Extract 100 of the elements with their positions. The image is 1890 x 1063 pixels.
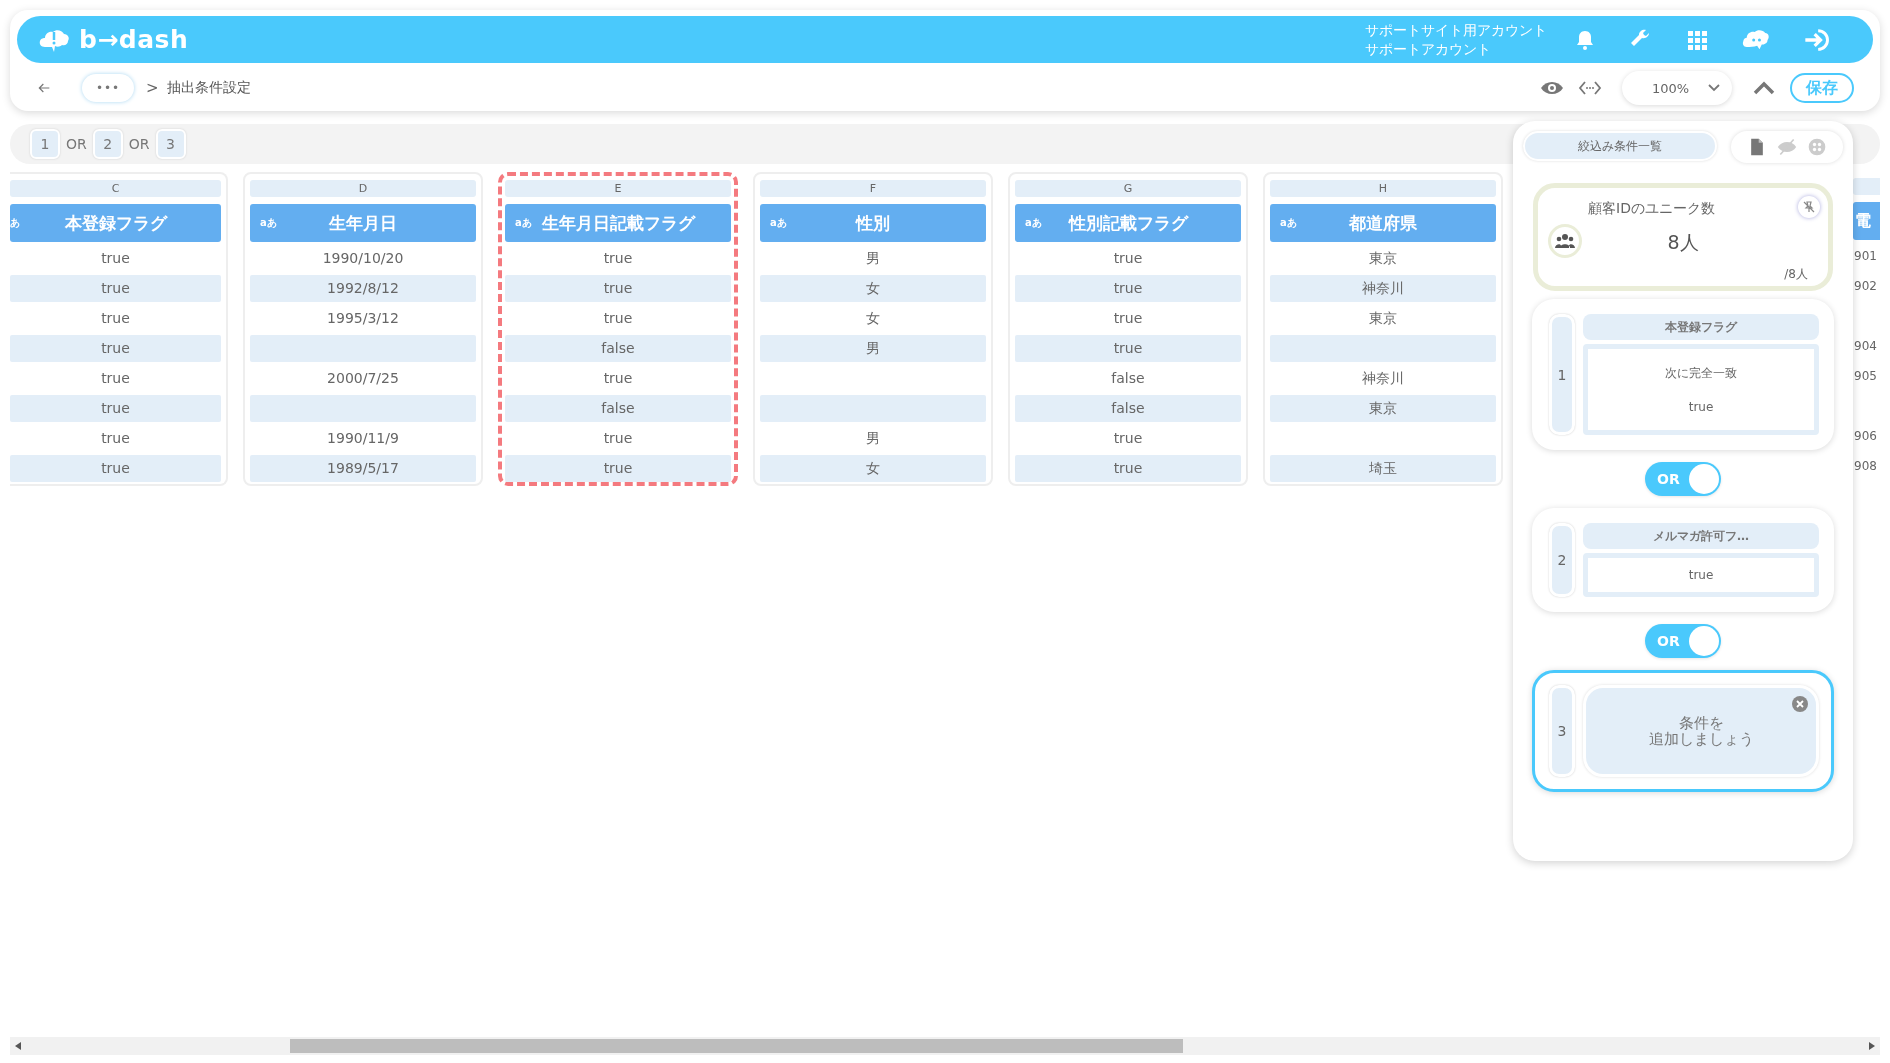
account-name: サポートサイト用アカウント サポートアカウント xyxy=(1365,20,1547,59)
column-letter-bar xyxy=(1853,178,1880,195)
breadcrumb-more-button[interactable]: ••• xyxy=(82,74,134,102)
condition-number: 2 xyxy=(1549,523,1575,597)
table-cell-text: true xyxy=(100,249,131,268)
table-cell: 神奈川 xyxy=(1270,275,1496,302)
summary-label: 顧客IDのユニーク数 xyxy=(1588,200,1715,218)
breadcrumb-separator: > xyxy=(146,79,159,97)
condition-value: true xyxy=(1688,400,1714,414)
table-cell: 東京 xyxy=(1270,395,1496,422)
condition-card[interactable]: 3 条件を 追加しましょう xyxy=(1532,670,1834,792)
table-cell-text: true xyxy=(602,429,634,448)
table-cell-text: 1995/3/12 xyxy=(326,309,400,328)
column-header[interactable]: aあ 都道府県 xyxy=(1270,204,1496,242)
condition-number: 1 xyxy=(1549,314,1575,435)
table-cell: true xyxy=(505,275,731,302)
close-icon[interactable] xyxy=(1792,696,1808,712)
chevron-down-icon xyxy=(1708,83,1720,93)
logo-text: b→dash xyxy=(79,25,189,54)
operator-label: OR xyxy=(66,136,87,152)
table-cell-text: true xyxy=(100,369,131,388)
table-cell: true xyxy=(10,395,221,422)
table-cell-text: true xyxy=(1112,309,1144,328)
column-header[interactable]: aあ 性別 xyxy=(760,204,986,242)
condition-chip[interactable]: 3 xyxy=(155,129,186,159)
table-cell: true xyxy=(1015,455,1241,482)
summary-total: /8人 xyxy=(1784,266,1808,283)
table-cell: 1992/8/12 xyxy=(250,275,476,302)
column-letter: F xyxy=(760,180,986,197)
condition-card[interactable]: 2 メルマガ許可フ… true xyxy=(1532,508,1834,612)
table-cell-text: true xyxy=(602,309,634,328)
table-cell-text: 女 xyxy=(865,309,881,328)
table-cell: true xyxy=(1015,275,1241,302)
column-header[interactable]: あ 本登録フラグ xyxy=(10,204,221,242)
column-header[interactable]: 電 xyxy=(1853,202,1880,240)
scroll-left-icon[interactable] xyxy=(15,1042,21,1050)
save-button[interactable]: 保存 xyxy=(1790,73,1854,103)
column-header[interactable]: aあ 性別記載フラグ xyxy=(1015,204,1241,242)
table-cell-text: 2000/7/25 xyxy=(326,369,400,388)
table-cell-text: 904 xyxy=(1853,338,1878,355)
column-header[interactable]: aあ 生年月日記載フラグ xyxy=(505,204,731,242)
conditions-tab[interactable]: 絞込み条件一覧 xyxy=(1523,131,1717,161)
condition-field: 本登録フラグ xyxy=(1583,314,1819,340)
column-header[interactable]: aあ 生年月日 xyxy=(250,204,476,242)
table-cell-text: 1990/11/9 xyxy=(326,429,400,448)
pin-off-icon[interactable] xyxy=(1798,196,1820,218)
zoom-select[interactable]: 100% xyxy=(1622,71,1732,105)
column-letter: D xyxy=(250,180,476,197)
table-cell-text: false xyxy=(1110,369,1146,388)
scroll-right-icon[interactable] xyxy=(1869,1042,1875,1050)
add-condition-prompt: 追加しましょう xyxy=(1648,731,1754,747)
table-cell: false xyxy=(505,395,731,422)
column-letter: G xyxy=(1015,180,1241,197)
condition-chip[interactable]: 2 xyxy=(92,129,123,159)
table-cell-text: 東京 xyxy=(1368,309,1398,328)
table-cell: true xyxy=(1015,335,1241,362)
group-icon xyxy=(1548,224,1582,258)
table-cell: 女 xyxy=(760,275,986,302)
type-label: aあ xyxy=(770,216,787,230)
table-cell-text: 902 xyxy=(1853,278,1878,295)
table-cell-text: true xyxy=(100,429,131,448)
table-cell: false xyxy=(1015,395,1241,422)
table-cell: true xyxy=(10,275,221,302)
table-cell: 1989/5/17 xyxy=(250,455,476,482)
column-letter: E xyxy=(505,180,731,197)
type-label: aあ xyxy=(260,216,277,230)
horizontal-scrollbar[interactable] xyxy=(10,1037,1880,1055)
table-cell-text: 906 xyxy=(1853,428,1878,445)
operator-label: OR xyxy=(128,136,150,152)
table-cell-text: 東京 xyxy=(1368,249,1398,268)
table-cell: 埼玉 xyxy=(1270,455,1496,482)
table-cell: true xyxy=(10,335,221,362)
add-condition-prompt: 条件を xyxy=(1678,715,1724,731)
table-cell-text: 神奈川 xyxy=(1361,369,1405,388)
dots-circle-icon[interactable] xyxy=(1807,137,1827,157)
table-cell: 女 xyxy=(760,455,986,482)
condition-field: メルマガ許可フ… xyxy=(1583,523,1819,549)
page-title: 抽出条件設定 xyxy=(166,79,251,97)
column-letter: H xyxy=(1270,180,1496,197)
type-label: aあ xyxy=(515,216,532,230)
condition-chip[interactable]: 1 xyxy=(30,129,60,159)
table-cell: false xyxy=(505,335,731,362)
table-cell: true xyxy=(505,455,731,482)
condition-value: true xyxy=(1688,568,1714,582)
table-cell-text: true xyxy=(602,249,634,268)
table-cell-text: true xyxy=(1112,429,1144,448)
table-cell: true xyxy=(10,455,221,482)
table-cell-text: 男 xyxy=(865,249,881,268)
table-cell-text: 男 xyxy=(865,429,881,448)
condition-card[interactable]: 1 本登録フラグ 次に完全一致 true xyxy=(1532,299,1834,450)
table-cell-text: true xyxy=(602,369,634,388)
column-letter: C xyxy=(10,180,221,197)
add-condition-area[interactable]: 条件を 追加しましょう xyxy=(1583,685,1819,777)
type-label: aあ xyxy=(1025,216,1042,230)
condition-number: 3 xyxy=(1549,685,1575,777)
type-label: aあ xyxy=(1280,216,1297,230)
table-cell: 男 xyxy=(760,335,986,362)
table-cell-text: true xyxy=(1112,249,1144,268)
table-cell-text: 905 xyxy=(1853,368,1878,385)
summary-count: 8人 xyxy=(1666,230,1700,255)
